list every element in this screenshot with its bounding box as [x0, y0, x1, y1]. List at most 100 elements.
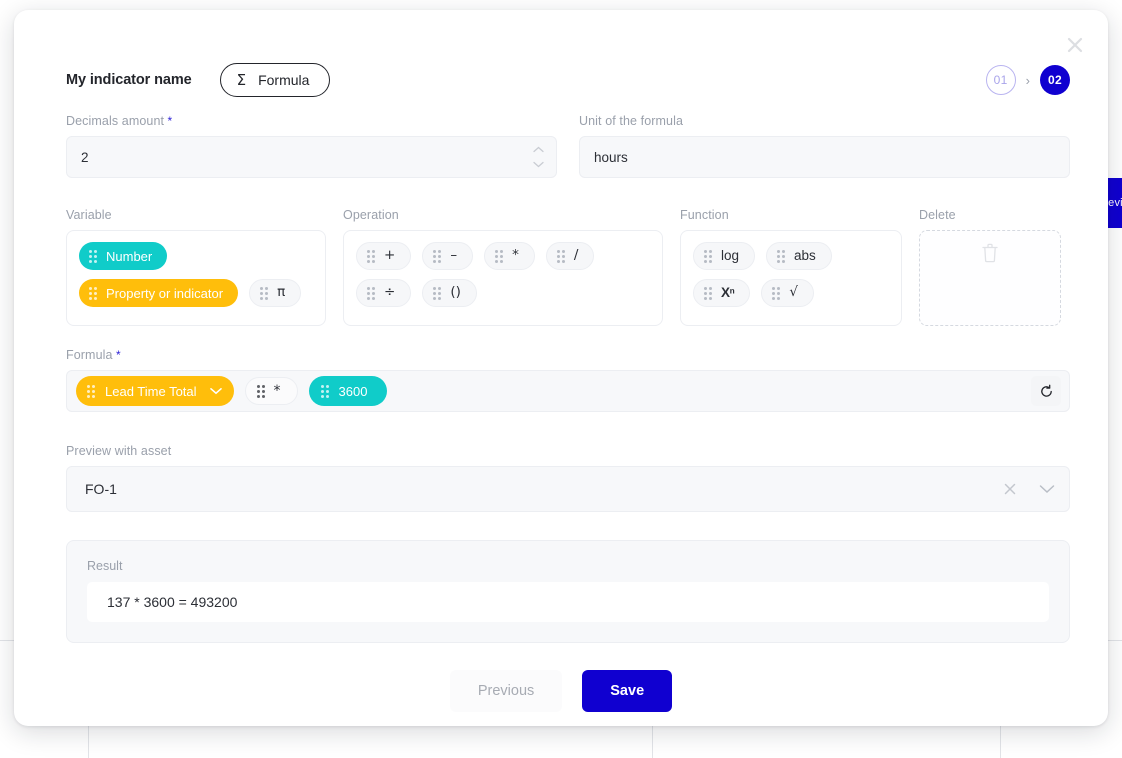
formula-token-3600[interactable]: 3600	[308, 376, 388, 406]
chip-label: –	[450, 247, 458, 264]
chip-power[interactable]: Xⁿ	[693, 279, 751, 307]
result-value: 137 * 3600 = 493200	[87, 582, 1049, 622]
chip-parentheses[interactable]: ()	[422, 279, 477, 307]
palette-function-body: log abs Xⁿ √	[680, 230, 902, 326]
chip-sqrt[interactable]: √	[761, 279, 814, 307]
drag-handle-icon[interactable]	[777, 249, 786, 263]
drag-handle-icon[interactable]	[87, 384, 95, 398]
chevron-down-icon[interactable]	[1039, 484, 1055, 494]
decimals-input[interactable]: 2	[66, 136, 557, 178]
formula-drop-area[interactable]: Lead Time Total * 3600	[66, 370, 1070, 412]
formula-mode-label: Formula	[258, 72, 310, 88]
decimals-label: Decimals amount *	[66, 114, 173, 128]
chevron-up-icon	[533, 146, 544, 153]
drag-handle-icon[interactable]	[256, 384, 265, 398]
chip-log[interactable]: log	[693, 242, 756, 270]
chip-label: +	[384, 247, 396, 264]
reset-icon	[1040, 384, 1052, 397]
reset-formula-button[interactable]	[1031, 376, 1061, 406]
chip-label: Xⁿ	[721, 285, 735, 301]
unit-field-group: Unit of the formula hours	[579, 114, 1070, 178]
preview-section: Preview with asset FO-1	[66, 444, 1070, 512]
palette-function-label: Function	[680, 208, 729, 222]
preview-label: Preview with asset	[66, 444, 172, 458]
chip-label: π	[277, 284, 286, 301]
drag-handle-icon[interactable]	[89, 249, 97, 263]
formula-token-multiply[interactable]: *	[244, 377, 298, 405]
decimals-field-group: Decimals amount * 2	[66, 114, 557, 178]
chip-property-or-indicator[interactable]: Property or indicator	[79, 279, 239, 307]
palette-operation: Operation + – * / ÷ ()	[343, 208, 663, 326]
drag-handle-icon[interactable]	[556, 249, 565, 263]
drag-handle-icon[interactable]	[704, 249, 712, 263]
chevron-down-icon[interactable]	[209, 387, 222, 395]
drag-handle-icon[interactable]	[89, 286, 97, 300]
drag-handle-icon[interactable]	[495, 249, 504, 263]
decimals-value: 2	[81, 149, 89, 165]
page-title: My indicator name	[66, 72, 192, 88]
result-panel: Result 137 * 3600 = 493200	[66, 540, 1070, 643]
result-label: Result	[87, 559, 123, 573]
drag-handle-icon[interactable]	[320, 384, 329, 398]
drag-handle-icon[interactable]	[367, 249, 375, 263]
basic-fields-row: Decimals amount * 2 Unit of the formula …	[66, 114, 1070, 178]
chip-label: 3600	[338, 383, 368, 399]
trash-icon	[982, 243, 998, 263]
chip-label: Property or indicator	[106, 285, 224, 301]
formula-token-lead-time-total[interactable]: Lead Time Total	[76, 376, 234, 406]
unit-input[interactable]: hours	[579, 136, 1070, 178]
save-button[interactable]: Save	[582, 670, 673, 712]
chip-abs[interactable]: abs	[766, 242, 832, 270]
required-marker: *	[112, 348, 121, 362]
required-marker: *	[164, 114, 173, 128]
chip-label: √	[789, 284, 798, 301]
unit-label: Unit of the formula	[579, 114, 684, 128]
palette-variable-label: Variable	[66, 208, 112, 222]
chip-number[interactable]: Number	[79, 242, 168, 270]
preview-asset-select[interactable]: FO-1	[66, 466, 1070, 512]
unit-value: hours	[594, 149, 628, 165]
delete-zone-label: Delete	[919, 208, 956, 222]
drag-handle-icon[interactable]	[367, 286, 375, 300]
step-separator-icon: ›	[1025, 72, 1030, 88]
chip-minus[interactable]: –	[422, 242, 474, 270]
clear-selection-icon[interactable]	[1003, 482, 1017, 496]
decimals-stepper[interactable]	[533, 146, 544, 168]
delete-dropzone[interactable]	[919, 230, 1061, 326]
chevron-down-icon	[533, 161, 544, 168]
formula-section: Formula * Lead Time Total * 3600	[66, 348, 1070, 412]
palette-variable-body: Number Property or indicator π	[66, 230, 326, 326]
sigma-icon: Σ	[236, 70, 247, 89]
palette-variable: Variable Number Property or indicator π	[66, 208, 326, 326]
chip-multiply[interactable]: *	[484, 242, 535, 270]
drag-handle-icon[interactable]	[433, 249, 442, 263]
palette-operation-label: Operation	[343, 208, 399, 222]
chip-label: ()	[450, 284, 461, 301]
previous-button[interactable]: Previous	[449, 670, 563, 712]
chip-label: /	[573, 247, 579, 264]
chip-label: ÷	[384, 284, 396, 301]
chip-plus[interactable]: +	[356, 242, 412, 270]
preview-asset-value: FO-1	[85, 481, 117, 497]
modal-header: My indicator name Σ Formula 01 › 02	[66, 52, 1070, 108]
chip-label: *	[512, 247, 519, 264]
palette-operation-body: + – * / ÷ ()	[343, 230, 663, 326]
chip-pi[interactable]: π	[249, 279, 302, 307]
modal-footer: Previous Save	[14, 670, 1108, 712]
chip-label: abs	[794, 248, 816, 264]
formula-editor-modal: My indicator name Σ Formula 01 › 02 Deci…	[14, 10, 1108, 726]
chip-label: Lead Time Total	[105, 383, 197, 399]
formula-mode-button[interactable]: Σ Formula	[219, 63, 331, 97]
drag-handle-icon[interactable]	[704, 286, 712, 300]
step-2-button[interactable]: 02	[1040, 65, 1070, 95]
drag-handle-icon[interactable]	[772, 286, 781, 300]
token-palettes: Variable Number Property or indicator π …	[66, 208, 1070, 326]
chip-label: Number	[106, 248, 153, 264]
chip-slash[interactable]: /	[545, 242, 595, 270]
step-1-button[interactable]: 01	[985, 65, 1016, 95]
drag-handle-icon[interactable]	[260, 286, 269, 300]
chip-divide[interactable]: ÷	[356, 279, 412, 307]
step-indicator: 01 › 02	[985, 65, 1070, 95]
formula-label: Formula *	[66, 348, 121, 362]
drag-handle-icon[interactable]	[433, 286, 442, 300]
